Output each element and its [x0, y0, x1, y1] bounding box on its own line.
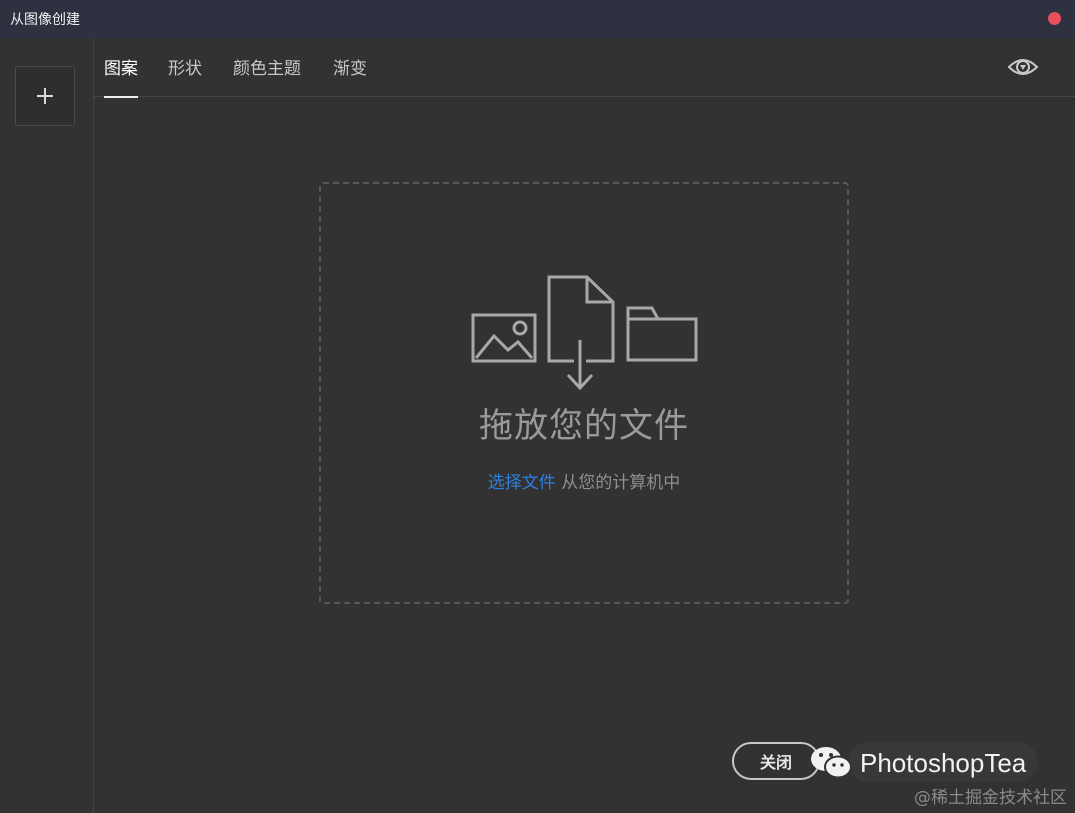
tab-bar: 图案 形状 颜色主题 渐变 [94, 38, 1075, 98]
tab-pattern[interactable]: 图案 [104, 54, 138, 98]
drop-subtitle: 选择文件 从您的计算机中 [319, 468, 849, 493]
close-button[interactable]: 关闭 [732, 742, 820, 780]
watermark-text: PhotoshopTea [860, 747, 1027, 778]
add-button[interactable] [15, 66, 75, 126]
plus-icon [37, 88, 53, 104]
file-drop-zone[interactable] [319, 182, 849, 604]
tab-color-theme[interactable]: 颜色主题 [233, 54, 301, 98]
watermark: PhotoshopTea [808, 738, 1073, 788]
choose-file-link[interactable]: 选择文件 [488, 473, 556, 493]
drop-title: 拖放您的文件 [479, 406, 689, 446]
tab-shape[interactable]: 形状 [168, 54, 202, 98]
window-title: 从图像创建 [10, 12, 80, 28]
file-download-icon [547, 275, 615, 391]
drop-icons-group [471, 275, 698, 391]
title-bar: 从图像创建 [0, 0, 1075, 38]
folder-icon [626, 306, 698, 362]
drop-subtitle-text: 从您的计算机中 [555, 473, 681, 493]
sidebar [0, 38, 94, 813]
preview-eye-icon[interactable] [1006, 53, 1040, 81]
image-icon [471, 313, 537, 363]
wechat-icon [811, 747, 852, 779]
tab-gradient[interactable]: 渐变 [333, 54, 367, 98]
window-close-button[interactable] [1048, 12, 1061, 25]
source-mark: @稀土掘金技术社区 [914, 788, 1067, 808]
